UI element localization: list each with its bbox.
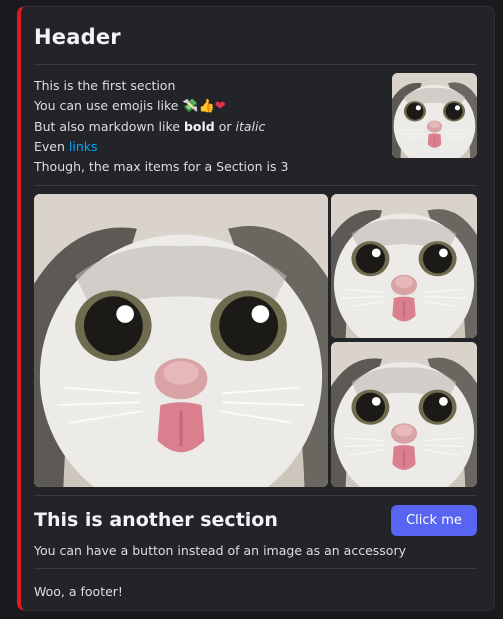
divider — [34, 185, 476, 186]
section1-line5: Though, the max items for a Section is 3 — [34, 159, 289, 174]
click-me-button[interactable]: Click me — [391, 505, 477, 536]
section1-line3: But also markdown like bold or italic — [34, 117, 288, 137]
divider — [34, 495, 476, 496]
thumbs-up-emoji-icon: 👍 — [198, 99, 215, 114]
money-with-wings-emoji-icon: 💸 — [182, 99, 199, 114]
section2-title: This is another section — [34, 509, 278, 531]
section1-line4: Even links — [34, 137, 288, 157]
divider — [34, 64, 476, 65]
italic-text: italic — [235, 119, 266, 134]
bold-text: bold — [183, 119, 215, 134]
red-heart-emoji-icon: ❤ — [214, 99, 226, 114]
section2-description: You can have a button instead of an imag… — [34, 543, 406, 558]
section1-line1: This is the first section — [34, 78, 176, 93]
emoji-intro-text: You can use emojis like — [34, 98, 179, 113]
cat-photo-icon — [331, 194, 477, 338]
section-thumbnail[interactable] — [392, 73, 477, 158]
cat-photo-icon — [34, 194, 328, 487]
markdown-link[interactable]: links — [69, 139, 98, 154]
cat-photo-icon — [331, 342, 477, 487]
embed-footer: Woo, a footer! — [34, 584, 123, 599]
gallery-image-top-right[interactable] — [331, 194, 477, 338]
or-text: or — [218, 119, 232, 134]
divider — [34, 568, 476, 569]
embed-container: Header This is the first section You can… — [17, 6, 495, 611]
section1-line2: You can use emojis like 💸👍❤ — [34, 96, 288, 117]
gallery-image-bottom-right[interactable] — [331, 342, 477, 487]
embed-header: Header — [34, 25, 121, 49]
markdown-intro-text: But also markdown like — [34, 119, 180, 134]
cat-photo-icon — [392, 73, 477, 158]
link-intro-text: Even — [34, 139, 65, 154]
section1-text: This is the first section You can use em… — [34, 76, 288, 177]
gallery-image-large[interactable] — [34, 194, 328, 487]
